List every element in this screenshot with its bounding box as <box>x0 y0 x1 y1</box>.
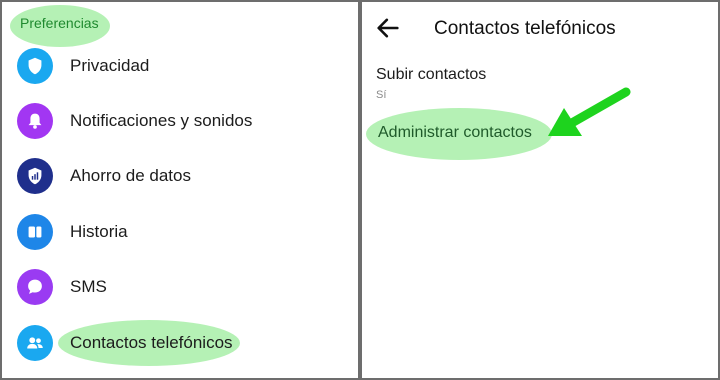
menu-label: Notificaciones y sonidos <box>70 111 253 130</box>
chat-bubble-icon <box>17 269 53 305</box>
menu-label: Privacidad <box>70 56 150 75</box>
menu-item-data-saver[interactable]: Ahorro de datos <box>2 149 358 203</box>
setting-label: Subir contactos <box>376 66 487 83</box>
preferences-panel: Preferencias Privacidad Notificaciones y… <box>2 2 358 378</box>
shield-icon <box>17 48 53 84</box>
menu-item-stories[interactable]: Historia <box>2 205 358 259</box>
back-arrow-icon <box>377 18 399 38</box>
page-title: Contactos telefónicos <box>434 18 616 39</box>
menu-item-notifications[interactable]: Notificaciones y sonidos <box>2 94 358 148</box>
menu-label: Ahorro de datos <box>70 166 191 185</box>
phone-contacts-panel: Contactos telefónicos Subir contactos Sí… <box>362 2 718 378</box>
back-button[interactable] <box>374 14 402 42</box>
menu-label: SMS <box>70 277 107 296</box>
setting-label: Administrar contactos <box>378 124 532 141</box>
bell-icon <box>17 103 53 139</box>
stories-icon <box>17 214 53 250</box>
section-title: Preferencias <box>20 15 99 31</box>
menu-item-sms[interactable]: SMS <box>2 260 358 314</box>
setting-upload-contacts[interactable]: Subir contactos Sí <box>376 62 706 106</box>
menu-item-privacy[interactable]: Privacidad <box>2 39 358 93</box>
menu-label: Historia <box>70 222 128 241</box>
contacts-icon <box>17 325 53 361</box>
menu-label: Contactos telefónicos <box>70 333 233 352</box>
annotation-arrow-icon <box>548 87 631 136</box>
setting-value: Sí <box>376 89 387 101</box>
setting-manage-contacts[interactable]: Administrar contactos <box>366 108 552 160</box>
data-shield-icon <box>17 158 53 194</box>
menu-item-phone-contacts[interactable]: Contactos telefónicos <box>2 316 358 370</box>
